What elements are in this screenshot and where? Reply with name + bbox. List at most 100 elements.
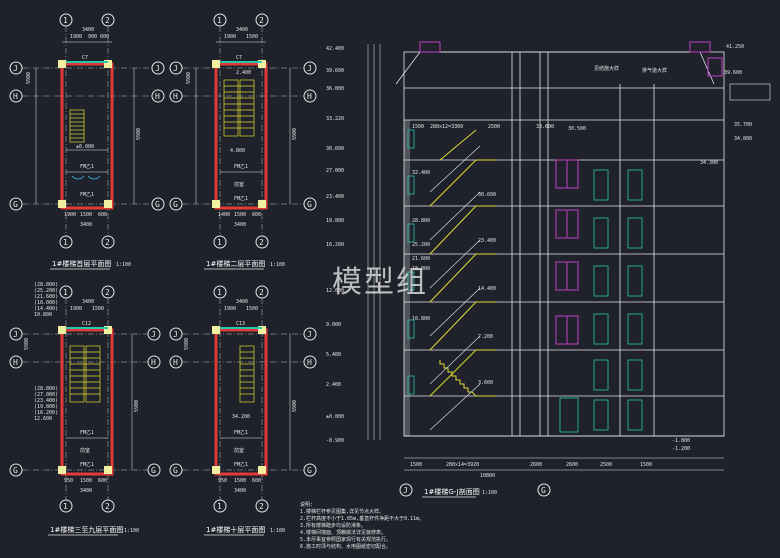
axis-label: G: [307, 200, 312, 209]
axis-label: J: [155, 64, 160, 73]
svg-text:16.200: 16.200: [326, 242, 344, 248]
plan-title: 1#楼梯二层平面图: [206, 259, 265, 268]
axis-label: G: [173, 200, 178, 209]
axis-label: G: [13, 200, 18, 209]
svg-text:9.000: 9.000: [326, 322, 341, 328]
axis-label: H: [307, 358, 312, 367]
dim-text: 1900: [64, 212, 76, 218]
stair-flight: [239, 345, 255, 403]
svg-text:30.600: 30.600: [478, 192, 496, 198]
dim-text: 3400: [82, 299, 94, 305]
axis-label: H: [13, 92, 18, 101]
axis-label: 2: [105, 502, 110, 511]
column: [58, 326, 66, 334]
dim-text: 5900: [186, 72, 192, 84]
axis-label: 1: [217, 238, 222, 247]
svg-text:-0.900: -0.900: [326, 438, 344, 444]
plan-scale: 1:100: [116, 262, 131, 268]
dim-text: 600: [98, 478, 107, 484]
dim-text: 1500: [92, 306, 104, 312]
column: [58, 466, 66, 474]
note-line: 6.施工时须与结构、水电图纸密切配合。: [300, 543, 391, 550]
svg-text:-1.800: -1.800: [672, 438, 690, 444]
dim-text: 5900: [26, 72, 32, 84]
svg-text:32.400: 32.400: [412, 170, 430, 176]
elevation-stack: (28.800) (25.200) (21.600) (18.000) (14.…: [34, 282, 58, 318]
roof-vent: [707, 57, 723, 77]
axis-label: 2: [105, 238, 110, 247]
window-label: C7: [82, 55, 88, 61]
stair-flight: [69, 345, 101, 403]
svg-text:25.200: 25.200: [412, 242, 430, 248]
dim-text: 5900: [136, 128, 142, 140]
elevation-label: 34.200: [232, 414, 250, 420]
door-swing: [71, 175, 101, 180]
stair-flights: [429, 129, 496, 397]
axis-label: 2: [259, 288, 264, 297]
stair-walls: [60, 62, 114, 210]
svg-text:2500: 2500: [600, 462, 612, 468]
roof-edge: [729, 83, 771, 101]
svg-text:1500: 1500: [640, 462, 652, 468]
stair-lines: [429, 145, 481, 431]
svg-text:34.800: 34.800: [734, 136, 752, 142]
svg-text:10800: 10800: [480, 473, 495, 479]
left-elevations: 42.400 39.600 36.000 33.220 30.600 27.00…: [326, 46, 344, 444]
notes-header: 说明:: [300, 501, 313, 508]
svg-text:27.000: 27.000: [326, 168, 344, 174]
plan-2: 1 2 3400 1900 1500 J H G J H G C7 2.400: [169, 13, 317, 270]
dim-text: 1900: [70, 34, 82, 40]
dim-text: 3400: [80, 488, 92, 494]
svg-text:39.600: 39.600: [724, 70, 742, 76]
dim-text: 3400: [234, 488, 246, 494]
door-label: FM乙1: [234, 429, 248, 436]
svg-text:±0.000: ±0.000: [326, 414, 344, 420]
svg-text:2.400: 2.400: [326, 382, 341, 388]
dim-text: 3400: [82, 27, 94, 33]
column: [104, 200, 112, 208]
axis-label: J: [307, 330, 312, 339]
svg-text:41.250: 41.250: [726, 44, 744, 50]
svg-text:280x14=3920: 280x14=3920: [446, 462, 479, 468]
column: [104, 466, 112, 474]
svg-text:5.400: 5.400: [326, 352, 341, 358]
axis-label: G: [13, 466, 18, 475]
axis-label: G: [155, 200, 160, 209]
axis-label: J: [403, 486, 408, 495]
dim-text: 600: [98, 212, 107, 218]
door-panels: [555, 159, 579, 345]
window-label: C12: [82, 321, 91, 327]
dim-text: 5900: [24, 338, 30, 350]
column: [212, 200, 220, 208]
elevation-label: 4.800: [230, 148, 245, 154]
note-line: 2.栏杆高度不小于1.05m,垂直杆件净距不大于0.11m。: [300, 515, 424, 522]
side-elevations: (28.800) (27.000) (23.400) (19.800) (16.…: [34, 386, 58, 422]
room-label: 前室: [234, 181, 244, 188]
parapet: [689, 41, 711, 53]
section-scale: 1:100: [482, 490, 497, 496]
door-label: FM乙1: [234, 163, 248, 170]
elevation-label: 33.600: [536, 124, 554, 130]
bottom-dims: 1500 280x14=3920 2600 2600 2500 1500 108…: [410, 462, 652, 479]
dim-text: 1500: [246, 306, 258, 312]
dim-text: 3400: [80, 222, 92, 228]
column: [258, 200, 266, 208]
axis-label: 1: [217, 502, 222, 511]
column: [258, 466, 266, 474]
column: [58, 60, 66, 68]
svg-text:42.400: 42.400: [326, 46, 344, 52]
window-label: C13: [236, 321, 245, 327]
door-label: FM乙1: [80, 191, 94, 198]
dim-text: 950: [64, 478, 73, 484]
stair-flight: [223, 79, 255, 137]
dim-text: 1500: [234, 478, 246, 484]
axis-label: 1: [63, 238, 68, 247]
plan-scale: 1:100: [124, 528, 139, 534]
dim-text: 900: [88, 34, 97, 40]
room-label: 前室: [234, 447, 244, 454]
note-callout: 排气道大样: [642, 67, 667, 74]
axis-label: 2: [259, 16, 264, 25]
dim-text: 2500: [488, 124, 500, 130]
axis-label: H: [307, 92, 312, 101]
svg-text:10.800: 10.800: [34, 312, 52, 318]
